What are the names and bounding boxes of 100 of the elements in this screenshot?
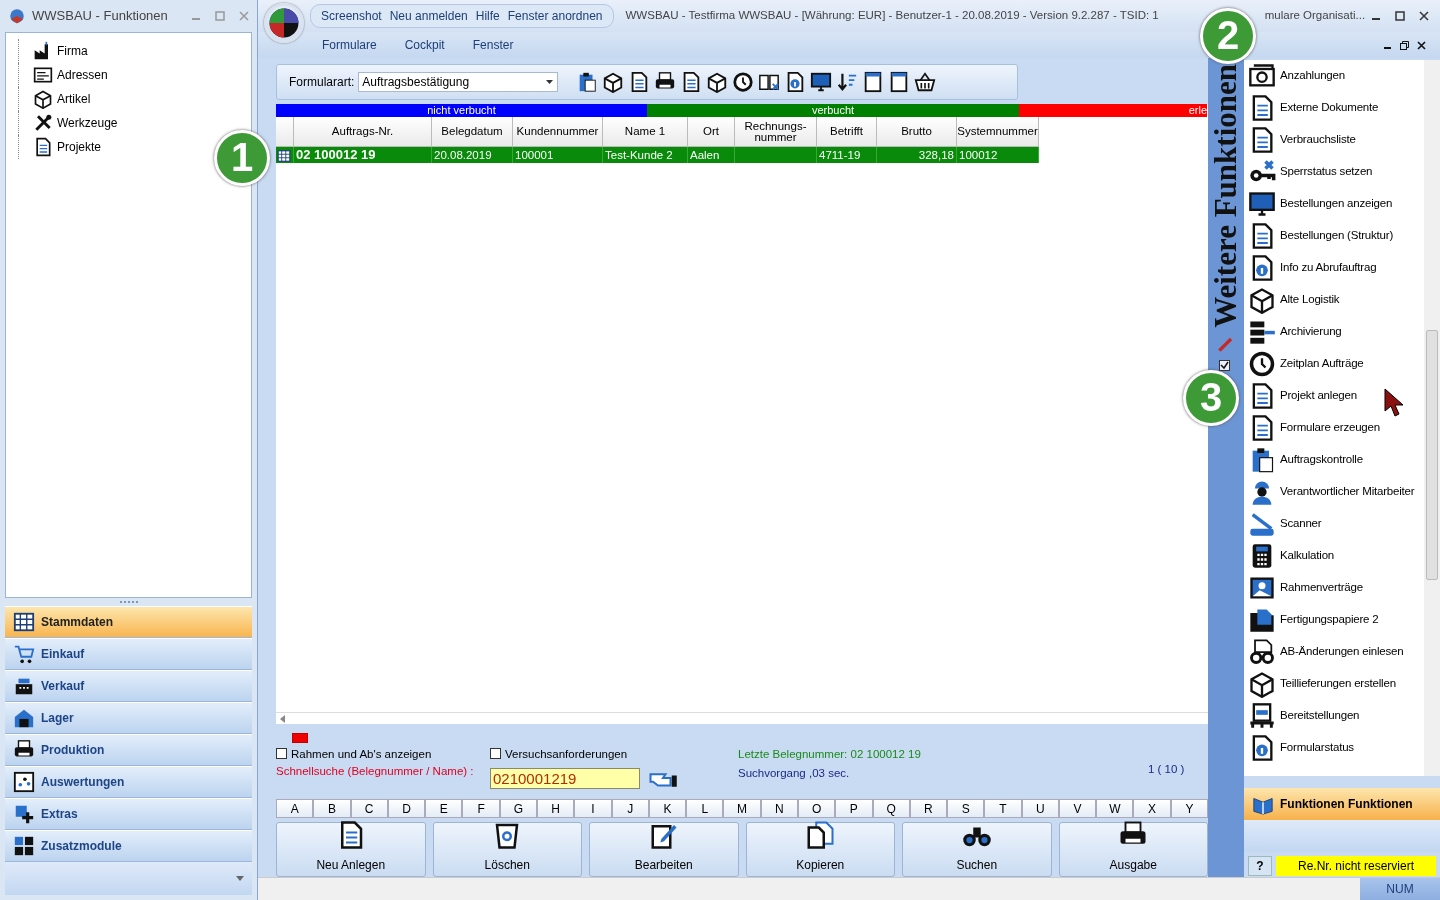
scroll-left-icon[interactable]: [280, 715, 285, 724]
letter-key[interactable]: R: [909, 799, 948, 818]
letter-key[interactable]: F: [462, 799, 500, 818]
action-button[interactable]: Neu Anlegen: [276, 822, 426, 877]
letter-key[interactable]: N: [760, 799, 798, 818]
tree-item[interactable]: Werkzeuge: [57, 114, 118, 132]
close-button[interactable]: [1417, 40, 1426, 50]
nav-button[interactable]: Einkauf: [5, 638, 252, 670]
letter-key[interactable]: E: [425, 799, 463, 818]
function-item[interactable]: Info zu Abrufauftrag: [1244, 252, 1424, 284]
letter-key[interactable]: S: [947, 799, 985, 818]
function-item[interactable]: Rahmenverträge: [1244, 572, 1424, 604]
nav-button[interactable]: Stammdaten: [5, 606, 252, 638]
basket-icon[interactable]: [914, 71, 937, 93]
function-item[interactable]: Verantwortlicher Mitarbeiter: [1244, 476, 1424, 508]
letter-key[interactable]: J: [611, 799, 649, 818]
help-button[interactable]: ?: [1248, 856, 1272, 876]
sort-icon[interactable]: [836, 71, 859, 93]
letter-key[interactable]: K: [648, 799, 687, 818]
toolbar-link[interactable]: Fenster anordnen: [507, 7, 603, 25]
function-item[interactable]: Formularstatus: [1244, 732, 1424, 764]
letter-key[interactable]: I: [574, 799, 612, 818]
function-item[interactable]: Sperrstatus setzen: [1244, 156, 1424, 188]
table-row[interactable]: 02 100012 19 20.08.2019 100001 Test-Kunde 2 Aalen 4711-19 328,18 100012: [276, 147, 1039, 163]
column-header[interactable]: Systemnummer: [957, 117, 1039, 147]
column-header[interactable]: Name 1: [603, 117, 688, 147]
letter-key[interactable]: Q: [872, 799, 910, 818]
tree-item[interactable]: Adressen: [57, 66, 108, 84]
function-item[interactable]: Externe Dokumente: [1244, 92, 1424, 124]
nav-button[interactable]: Auswertungen: [5, 766, 252, 798]
toolbar-link[interactable]: Neu anmelden: [389, 7, 468, 25]
letter-key[interactable]: A: [276, 799, 314, 818]
monitor-icon[interactable]: [810, 71, 833, 93]
quick-search-field[interactable]: 0210001219: [490, 767, 640, 789]
close-button[interactable]: [1419, 11, 1430, 21]
letter-key[interactable]: T: [984, 799, 1022, 818]
letter-key[interactable]: G: [499, 799, 537, 818]
checkbox[interactable]: [1218, 359, 1230, 371]
letter-key[interactable]: V: [1058, 799, 1097, 818]
toolbar-link[interactable]: Hilfe: [475, 7, 500, 25]
column-header[interactable]: Ort: [688, 117, 735, 147]
action-button[interactable]: Bearbeiten: [589, 822, 739, 877]
letter-key[interactable]: Y: [1170, 799, 1209, 818]
splitter-handle[interactable]: [118, 599, 139, 604]
column-header[interactable]: Betrifft: [817, 117, 877, 147]
letter-key[interactable]: D: [387, 799, 426, 818]
chevron-icon[interactable]: [236, 875, 244, 882]
function-item[interactable]: Archivierung: [1244, 316, 1424, 348]
function-item[interactable]: Auftragskontrolle: [1244, 444, 1424, 476]
letter-key[interactable]: W: [1096, 799, 1134, 818]
column-header[interactable]: Kundennummer: [513, 117, 603, 147]
function-item[interactable]: Fertigungspapiere 2: [1244, 604, 1424, 636]
tree-item[interactable]: Firma: [57, 42, 88, 60]
clock-icon[interactable]: [732, 71, 755, 93]
column-header[interactable]: Rechnungs-nummer: [735, 117, 817, 147]
form-type-dropdown[interactable]: Auftragsbestätigung: [358, 72, 559, 92]
letter-key[interactable]: M: [723, 799, 761, 818]
menu-item[interactable]: Fenster: [458, 36, 528, 54]
column-header[interactable]: Brutto: [877, 117, 957, 147]
function-item[interactable]: Verbrauchsliste: [1244, 124, 1424, 156]
letter-key[interactable]: O: [797, 799, 836, 818]
action-button[interactable]: Kopieren: [745, 822, 895, 877]
action-button[interactable]: Ausgabe: [1058, 822, 1208, 877]
tree-item[interactable]: Projekte: [57, 138, 102, 156]
toolbar-link[interactable]: Screenshot: [321, 7, 382, 25]
function-item[interactable]: Bestellungen anzeigen: [1244, 188, 1424, 220]
column-header[interactable]: Auftrags-Nr.: [294, 117, 432, 147]
nav-button[interactable]: Lager: [5, 702, 252, 734]
function-item[interactable]: Bereitstellungen: [1244, 700, 1424, 732]
nav-button[interactable]: Zusatzmodule: [5, 830, 252, 862]
function-item[interactable]: Bestellungen (Struktur): [1244, 220, 1424, 252]
letter-key[interactable]: B: [313, 799, 351, 818]
nav-button[interactable]: Produktion: [5, 734, 252, 766]
checkbox[interactable]: Rahmen und Ab's anzeigen: [276, 745, 490, 763]
function-item[interactable]: Teillieferungen erstellen: [1244, 668, 1424, 700]
function-item[interactable]: Kalkulation: [1244, 540, 1424, 572]
nav-button[interactable]: Extras: [5, 798, 252, 830]
maximize-button[interactable]: [1395, 11, 1406, 21]
letter-key[interactable]: C: [350, 799, 388, 818]
restore-button[interactable]: [1400, 40, 1409, 50]
function-item[interactable]: Scanner: [1244, 508, 1424, 540]
letter-key[interactable]: H: [536, 799, 575, 818]
tree-item[interactable]: Artikel: [57, 90, 91, 108]
function-item[interactable]: Zeitplan Aufträge: [1244, 348, 1424, 380]
function-item[interactable]: AB-Änderungen einlesen: [1244, 636, 1424, 668]
function-item[interactable]: Projekt anlegen: [1244, 380, 1424, 412]
letter-key[interactable]: U: [1021, 799, 1059, 818]
function-item[interactable]: Alte Logistik: [1244, 284, 1424, 316]
action-button[interactable]: Suchen: [902, 822, 1052, 877]
action-button[interactable]: Löschen: [432, 822, 582, 877]
menu-item[interactable]: Cockpit: [390, 36, 459, 54]
column-header[interactable]: Belegdatum: [432, 117, 513, 147]
menu-item[interactable]: Formulare: [308, 36, 391, 54]
box-icon[interactable]: [706, 71, 729, 93]
function-item[interactable]: Formulare erzeugen: [1244, 412, 1424, 444]
letter-key[interactable]: L: [686, 799, 724, 818]
nav-button[interactable]: Verkauf: [5, 670, 252, 702]
letter-key[interactable]: P: [835, 799, 873, 818]
box-icon[interactable]: [602, 71, 625, 93]
checkbox[interactable]: Versuchsanforderungen: [490, 745, 738, 763]
